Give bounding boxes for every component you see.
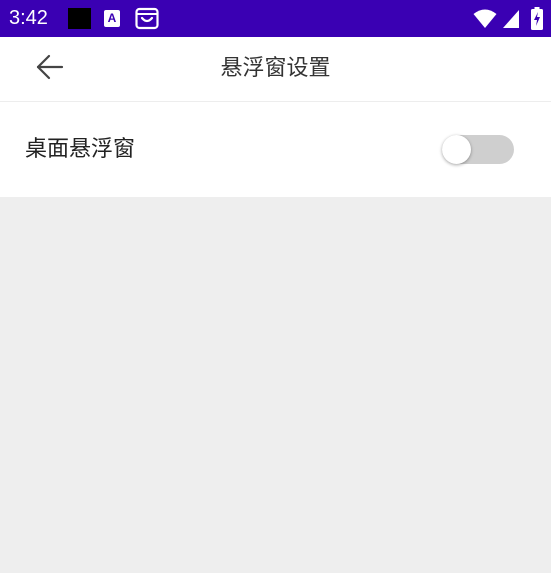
arrow-left-icon <box>36 54 64 84</box>
wifi-icon <box>473 9 497 29</box>
cell-signal-icon <box>503 10 519 28</box>
page-title: 悬浮窗设置 <box>220 56 331 81</box>
floating-window-toggle[interactable] <box>442 135 514 164</box>
back-button[interactable] <box>28 49 72 89</box>
setting-row-desktop-floating-window[interactable]: 桌面悬浮窗 <box>0 102 551 197</box>
status-time: 3:42 <box>9 7 48 29</box>
shopping-bag-icon <box>135 6 159 30</box>
toggle-thumb <box>442 135 471 164</box>
status-bar: 3:42 A <box>0 0 551 37</box>
setting-label: 桌面悬浮窗 <box>25 137 136 162</box>
a-letter-icon: A <box>104 10 120 27</box>
app-bar: 悬浮窗设置 <box>0 37 551 102</box>
notification-black-icon <box>68 8 91 29</box>
battery-charging-icon <box>531 7 543 30</box>
